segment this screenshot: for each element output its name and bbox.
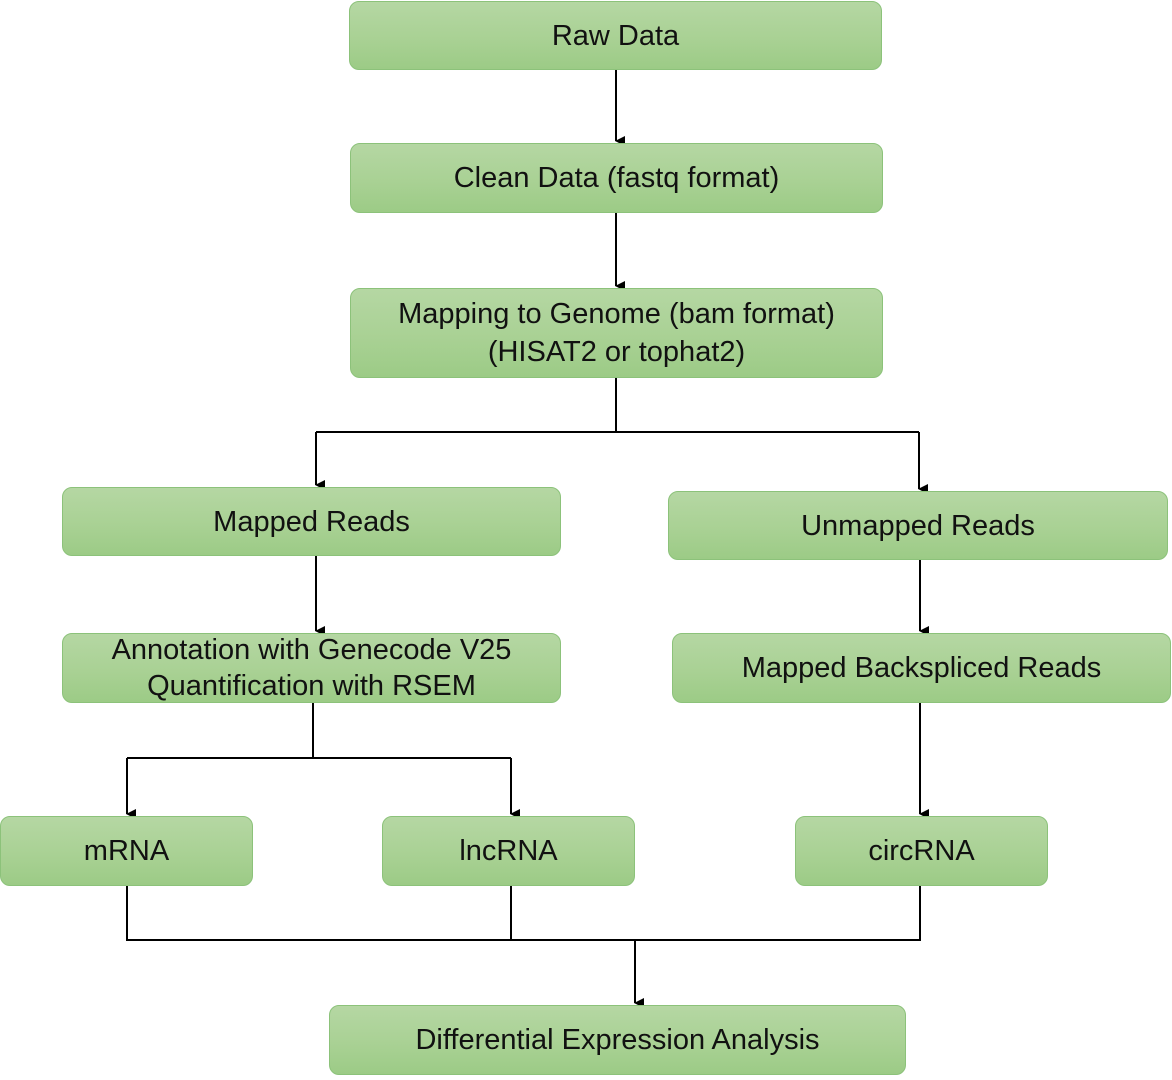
node-label: Raw Data [551, 19, 680, 52]
node-lncrna: lncRNA [382, 816, 635, 886]
rna-seq-analysis-flowchart: Raw Data Clean Data (fastq format) Mappi… [0, 0, 1172, 1080]
node-label-line-1: Mapping to Genome (bam format) [398, 298, 835, 330]
node-unmapped-reads: Unmapped Reads [668, 491, 1168, 560]
node-label-line-1: Annotation with Genecode V25 [111, 634, 512, 666]
node-mapping-to-genome: Mapping to Genome (bam format) (HISAT2 o… [350, 288, 883, 378]
node-label: Differential Expression Analysis [415, 1024, 820, 1056]
node-label-line-2: (HISAT2 or tophat2) [487, 336, 746, 368]
node-annotation-quantification: Annotation with Genecode V25 Quantificat… [62, 633, 561, 703]
node-clean-data: Clean Data (fastq format) [350, 143, 883, 213]
node-circrna: circRNA [795, 816, 1048, 886]
node-differential-expression-analysis: Differential Expression Analysis [329, 1005, 906, 1075]
node-mrna: mRNA [0, 816, 253, 886]
node-label: Clean Data (fastq format) [453, 162, 780, 194]
node-label: circRNA [868, 835, 975, 867]
node-mapped-reads: Mapped Reads [62, 487, 561, 556]
node-label: mRNA [83, 835, 170, 867]
node-label: Mapped Backspliced Reads [741, 652, 1102, 684]
edge-merge-bar [126, 886, 921, 941]
node-raw-data: Raw Data [349, 1, 882, 70]
node-label: Unmapped Reads [801, 509, 1035, 542]
node-label: Mapped Reads [213, 505, 410, 538]
node-label-line-2: Quantification with RSEM [147, 670, 476, 702]
node-label: lncRNA [459, 835, 558, 867]
node-mapped-backspliced-reads: Mapped Backspliced Reads [672, 633, 1171, 703]
